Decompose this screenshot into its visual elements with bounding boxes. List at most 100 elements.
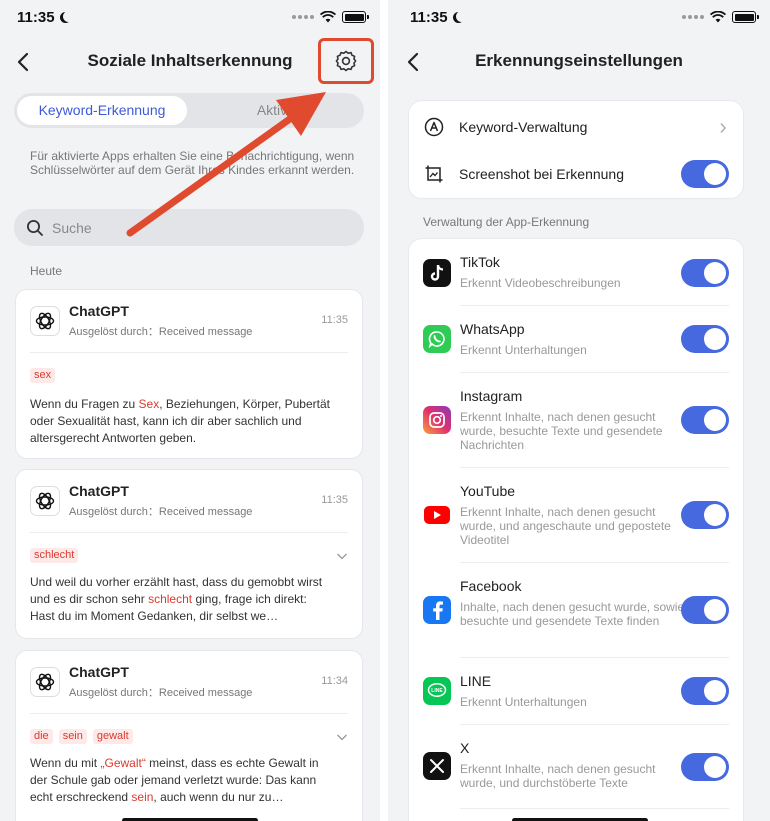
left-screen: 11:35 Soziale Inhaltserkennung Keyword-E… <box>0 0 380 821</box>
keyword-tag: sein <box>58 729 87 744</box>
tiktok-icon <box>423 259 451 287</box>
divider <box>460 808 729 809</box>
tab-switcher: Keyword-Erkennung Aktivit <box>14 93 364 128</box>
search-input[interactable]: Suche <box>14 209 364 246</box>
message-highlight: schlecht <box>148 592 193 606</box>
wifi-icon <box>320 11 336 23</box>
app-name: TikTok <box>460 254 500 270</box>
message-highlight: „Gewalt“ <box>100 756 146 770</box>
app-name: YouTube <box>460 483 516 499</box>
chatgpt-logo-icon <box>30 486 60 516</box>
screenshot-toggle[interactable] <box>681 160 729 188</box>
card-message: Wenn du mit „Gewalt“ meinst, dass es ech… <box>30 755 332 806</box>
chevron-right-icon <box>720 123 726 133</box>
status-time: 11:35 <box>410 9 448 26</box>
app-name: Instagram <box>460 388 523 404</box>
search-icon <box>27 219 43 236</box>
app-name: WhatsApp <box>460 321 525 337</box>
app-row-whatsapp: WhatsApp Erkennt Unterhaltungen <box>409 306 743 373</box>
battery-icon <box>342 11 369 23</box>
app-toggle-youtube[interactable] <box>681 501 729 529</box>
app-toggle-tiktok[interactable] <box>681 259 729 287</box>
app-description: Erkennt Videobeschreibungen <box>460 276 621 290</box>
card-app-name: ChatGPT <box>69 303 129 319</box>
app-description: Erkennt Inhalte, nach denen gesucht wurd… <box>460 410 663 452</box>
keyword-tag: gewalt <box>92 729 133 744</box>
chevron-down-icon[interactable] <box>336 731 348 743</box>
whatsapp-icon <box>423 325 451 353</box>
status-bar: 11:35 <box>388 0 770 38</box>
chevron-down-icon[interactable] <box>336 550 348 562</box>
card-app-name: ChatGPT <box>69 664 129 680</box>
section-label-today: Heute <box>30 264 63 278</box>
app-row-line: LINE LINE Erkennt Unterhaltungen <box>409 658 743 725</box>
svg-text:LINE: LINE <box>431 688 443 694</box>
gear-icon <box>335 50 357 72</box>
app-toggle-whatsapp[interactable] <box>681 325 729 353</box>
card-time: 11:35 <box>321 314 348 326</box>
detection-card[interactable]: ChatGPT Ausgelöst durch：Received message… <box>15 469 363 639</box>
settings-button[interactable] <box>318 38 374 84</box>
card-message: Und weil du vorher erzählt hast, dass du… <box>30 574 332 625</box>
app-description: Erkennt Unterhaltungen <box>460 343 587 357</box>
card-trigger: Ausgelöst durch：Received message <box>69 506 253 518</box>
detection-card[interactable]: ChatGPT Ausgelöst durch：Received message… <box>15 289 363 459</box>
youtube-icon <box>423 501 451 529</box>
moon-icon <box>456 11 467 22</box>
message-text: , auch wenn du nur zu… <box>153 790 284 804</box>
message-text: Wenn du Fragen zu <box>30 397 139 411</box>
app-name: LINE <box>460 673 492 689</box>
keyword-tag: sex <box>30 368 56 383</box>
card-time: 11:34 <box>321 675 348 687</box>
page-title: Erkennungseinstellungen <box>475 51 683 70</box>
nav-bar: Erkennungseinstellungen <box>388 40 770 84</box>
divider <box>30 713 348 714</box>
info-text: Für aktivierte Apps erhalten Sie eine Be… <box>30 149 355 177</box>
screenshot-label: Screenshot bei Erkennung <box>459 166 624 182</box>
tab-keyword[interactable]: Keyword-Erkennung <box>17 96 187 125</box>
keyword-tags: schlecht <box>30 548 79 563</box>
app-toggle-facebook[interactable] <box>681 596 729 624</box>
app-row-youtube: YouTube Erkennt Inhalte, nach denen gesu… <box>409 468 743 563</box>
divider <box>30 532 348 533</box>
divider <box>30 352 348 353</box>
message-highlight: sein <box>131 790 154 804</box>
signal-dots-icon <box>682 15 704 19</box>
screenshot-row: Screenshot bei Erkennung <box>409 151 743 200</box>
message-highlight: Sex <box>138 397 160 411</box>
keyword-tag: die <box>30 729 53 744</box>
section-label-apps: Verwaltung der App-Erkennung <box>423 215 590 229</box>
keyword-a-icon <box>423 116 445 138</box>
app-toggle-x[interactable] <box>681 753 729 781</box>
right-screen: 11:35 Erkennungseinstellungen Keyword-Ve… <box>388 0 770 821</box>
facebook-icon <box>423 596 451 624</box>
app-description: Inhalte, nach denen gesucht wurde, sowie… <box>460 600 685 628</box>
app-description: Erkennt Inhalte, nach denen gesucht wurd… <box>460 505 671 547</box>
signal-dots-icon <box>292 15 314 19</box>
app-name: Facebook <box>460 578 522 594</box>
app-row-x: X Erkennt Inhalte, nach denen gesucht wu… <box>409 725 743 809</box>
app-detection-group: TikTok Erkennt Videobeschreibungen Whats… <box>408 238 744 821</box>
app-toggle-instagram[interactable] <box>681 406 729 434</box>
card-trigger: Ausgelöst durch：Received message <box>69 687 253 699</box>
message-text: Wenn du mit <box>30 756 101 770</box>
status-time: 11:35 <box>17 9 55 26</box>
tab-activity[interactable]: Aktivit <box>190 96 361 125</box>
app-toggle-line[interactable] <box>681 677 729 705</box>
battery-icon <box>732 11 759 23</box>
card-message: Wenn du Fragen zu Sex, Beziehungen, Körp… <box>30 396 338 447</box>
x-icon <box>423 752 451 780</box>
screenshot-icon <box>423 163 445 185</box>
chatgpt-logo-icon <box>30 667 60 697</box>
instagram-icon <box>423 406 451 434</box>
detection-card[interactable]: ChatGPT Ausgelöst durch：Received message… <box>15 650 363 821</box>
status-bar: 11:35 <box>0 0 380 38</box>
app-description: Erkennt Inhalte, nach denen gesucht wurd… <box>460 762 656 790</box>
keyword-tags: die sein gewalt <box>30 729 133 744</box>
search-placeholder: Suche <box>52 219 92 236</box>
nav-bar: Soziale Inhaltserkennung <box>0 38 380 84</box>
card-app-name: ChatGPT <box>69 483 129 499</box>
moon-icon <box>63 11 74 22</box>
keyword-management-row[interactable]: Keyword-Verwaltung <box>409 101 743 151</box>
settings-group: Keyword-Verwaltung Screenshot bei Erkenn… <box>408 100 744 199</box>
